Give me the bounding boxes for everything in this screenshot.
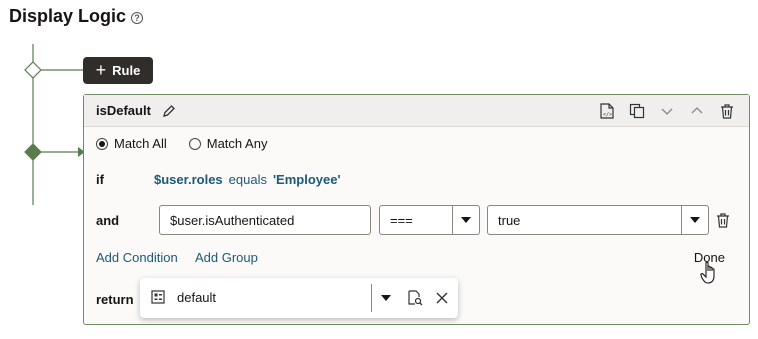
match-any-label: Match Any <box>206 136 268 151</box>
and-value-select[interactable]: true <box>487 205 709 235</box>
help-icon[interactable]: ? <box>131 11 144 24</box>
variable-icon <box>150 289 166 305</box>
code-file-icon[interactable]: </> <box>599 103 615 119</box>
close-icon[interactable] <box>434 290 450 306</box>
if-label: if <box>96 172 104 187</box>
return-label: return <box>96 292 134 307</box>
radio-selected-icon <box>96 137 108 150</box>
if-condition-field: $user.roles <box>154 172 223 187</box>
if-condition-value: 'Employee' <box>272 172 341 187</box>
and-field-value: $user.isAuthenticated <box>170 212 295 228</box>
return-value-select[interactable]: default <box>140 278 458 318</box>
and-operator-select[interactable]: === <box>379 205 480 235</box>
page-title-text: Display Logic <box>9 6 127 26</box>
hand-cursor-icon <box>700 261 715 284</box>
caret-down-icon <box>461 217 471 223</box>
if-condition[interactable]: $user.roles equals 'Employee' <box>154 172 341 187</box>
and-label: and <box>96 213 120 228</box>
operator-dropdown-button[interactable] <box>452 206 479 234</box>
rule-name: isDefault <box>96 103 151 118</box>
variable-picker-icon[interactable] <box>407 290 423 306</box>
rule-node <box>24 143 42 161</box>
svg-text:</>: </> <box>603 112 612 118</box>
duplicate-icon[interactable] <box>629 103 645 119</box>
add-rule-button[interactable]: + Rule <box>83 57 153 84</box>
plus-icon: + <box>95 60 107 80</box>
return-value: default <box>177 290 217 305</box>
chevron-down-icon[interactable] <box>659 103 675 119</box>
match-all-label: Match All <box>114 136 167 151</box>
add-rule-node <box>24 61 42 79</box>
trash-icon[interactable] <box>719 103 735 119</box>
page-title: Display Logic ? <box>9 6 144 27</box>
match-any-radio[interactable]: Match Any <box>188 136 268 151</box>
rule-card-header: isDefault </> <box>84 95 749 127</box>
pencil-icon[interactable] <box>161 103 177 119</box>
and-value-value: true <box>498 212 521 228</box>
return-dropdown-button[interactable] <box>371 284 399 312</box>
radio-unselected-icon <box>188 137 201 150</box>
match-mode-group: Match All Match Any <box>96 136 267 151</box>
caret-down-icon <box>690 217 700 223</box>
caret-down-icon <box>380 295 391 301</box>
value-dropdown-button[interactable] <box>681 206 708 234</box>
add-group-link[interactable]: Add Group <box>195 250 258 265</box>
add-condition-link[interactable]: Add Condition <box>96 250 178 265</box>
add-rule-label: Rule <box>112 63 141 78</box>
trash-icon[interactable] <box>715 212 731 228</box>
chevron-up-icon[interactable] <box>689 103 705 119</box>
and-field-input[interactable]: $user.isAuthenticated <box>159 205 371 235</box>
match-all-radio[interactable]: Match All <box>96 136 167 151</box>
if-condition-operator: equals <box>228 172 267 187</box>
